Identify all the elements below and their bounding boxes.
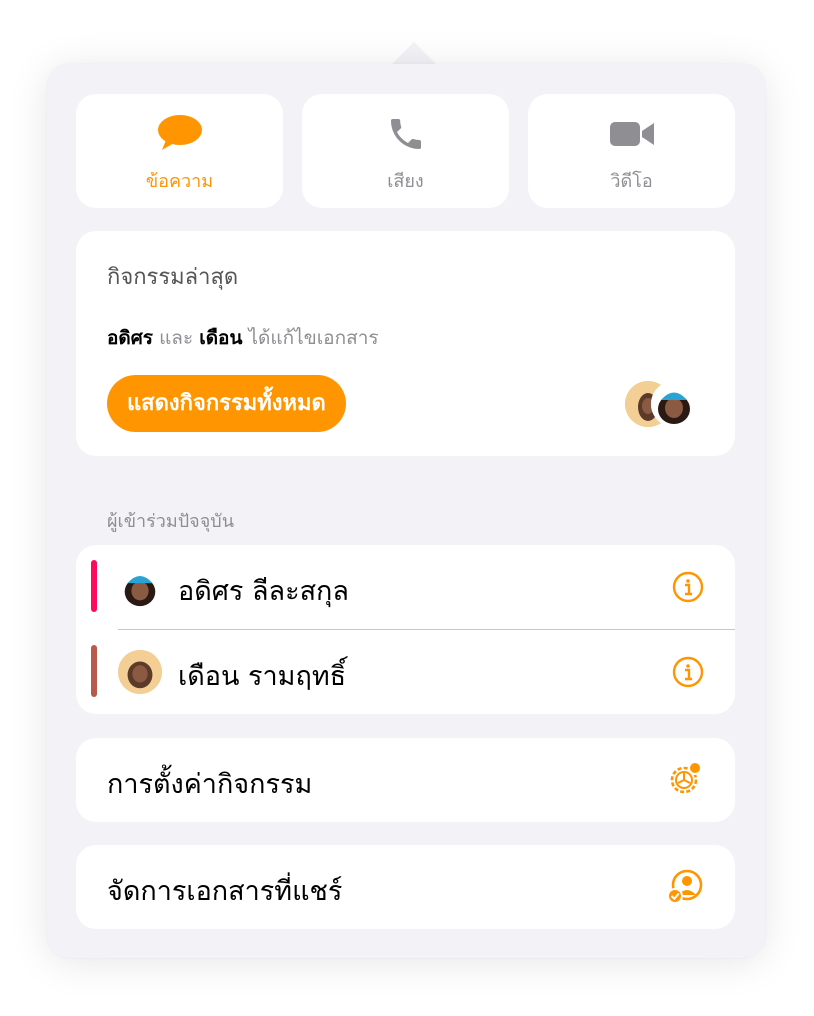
participants-header: ผู้เข้าร่วมปัจจุบัน xyxy=(107,511,235,532)
manage-shared-label: จัดการเอกสารที่แชร์ xyxy=(107,876,343,907)
activity-summary: อดิศร และ เดือน ได้แก้ไขเอกสาร xyxy=(107,323,379,353)
info-icon[interactable] xyxy=(672,656,704,688)
activity-user1: อดิศร xyxy=(107,327,154,349)
activity-action: ได้แก้ไขเอกสาร xyxy=(248,327,379,349)
participant-row[interactable]: อดิศร ลีละสกุล xyxy=(76,545,735,630)
participant-color-bar xyxy=(91,645,97,697)
participant-row[interactable]: เดือน รามฤทธิ์ xyxy=(76,630,735,714)
popover-arrow xyxy=(392,42,436,64)
manage-shared-document-row[interactable]: จัดการเอกสารที่แชร์ xyxy=(76,845,735,929)
activity-title: กิจกรรมล่าสุด xyxy=(107,265,239,290)
activity-avatars xyxy=(625,379,705,429)
recent-activity-card: กิจกรรมล่าสุด อดิศร และ เดือน ได้แก้ไขเอ… xyxy=(76,231,735,456)
shared-person-icon xyxy=(667,869,703,904)
video-camera-icon xyxy=(608,114,656,158)
activity-settings-row[interactable]: การตั้งค่ากิจกรรม xyxy=(76,738,735,822)
participant-name: เดือน รามฤทธิ์ xyxy=(178,661,347,692)
show-all-activity-button[interactable]: แสดงกิจกรรมทั้งหมด xyxy=(107,375,346,432)
participants-card: อดิศร ลีละสกุล เดือน รามฤทธิ์ xyxy=(76,545,735,714)
activity-user2: เดือน xyxy=(199,327,243,349)
activity-gear-icon xyxy=(670,761,702,794)
video-call-button[interactable]: วิดีโอ xyxy=(528,94,735,208)
participant-avatar xyxy=(118,565,162,609)
voice-label: เสียง xyxy=(387,171,424,192)
activity-and: และ xyxy=(159,327,194,349)
activity-settings-label: การตั้งค่ากิจกรรม xyxy=(107,769,313,800)
participant-avatar xyxy=(118,650,162,694)
message-bubble-icon xyxy=(156,114,204,158)
participant-name: อดิศร ลีละสกุล xyxy=(178,576,349,607)
collaboration-popover: ข้อความ เสียง วิดีโอ กิจกรรมล่าสุด อดิศร… xyxy=(47,64,765,958)
info-icon[interactable] xyxy=(672,571,704,603)
video-label: วิดีโอ xyxy=(610,171,653,192)
avatar-adisorn xyxy=(651,381,697,427)
phone-icon xyxy=(386,114,426,158)
message-button[interactable]: ข้อความ xyxy=(76,94,283,208)
participant-color-bar xyxy=(91,560,97,612)
voice-call-button[interactable]: เสียง xyxy=(302,94,509,208)
message-label: ข้อความ xyxy=(145,171,214,192)
